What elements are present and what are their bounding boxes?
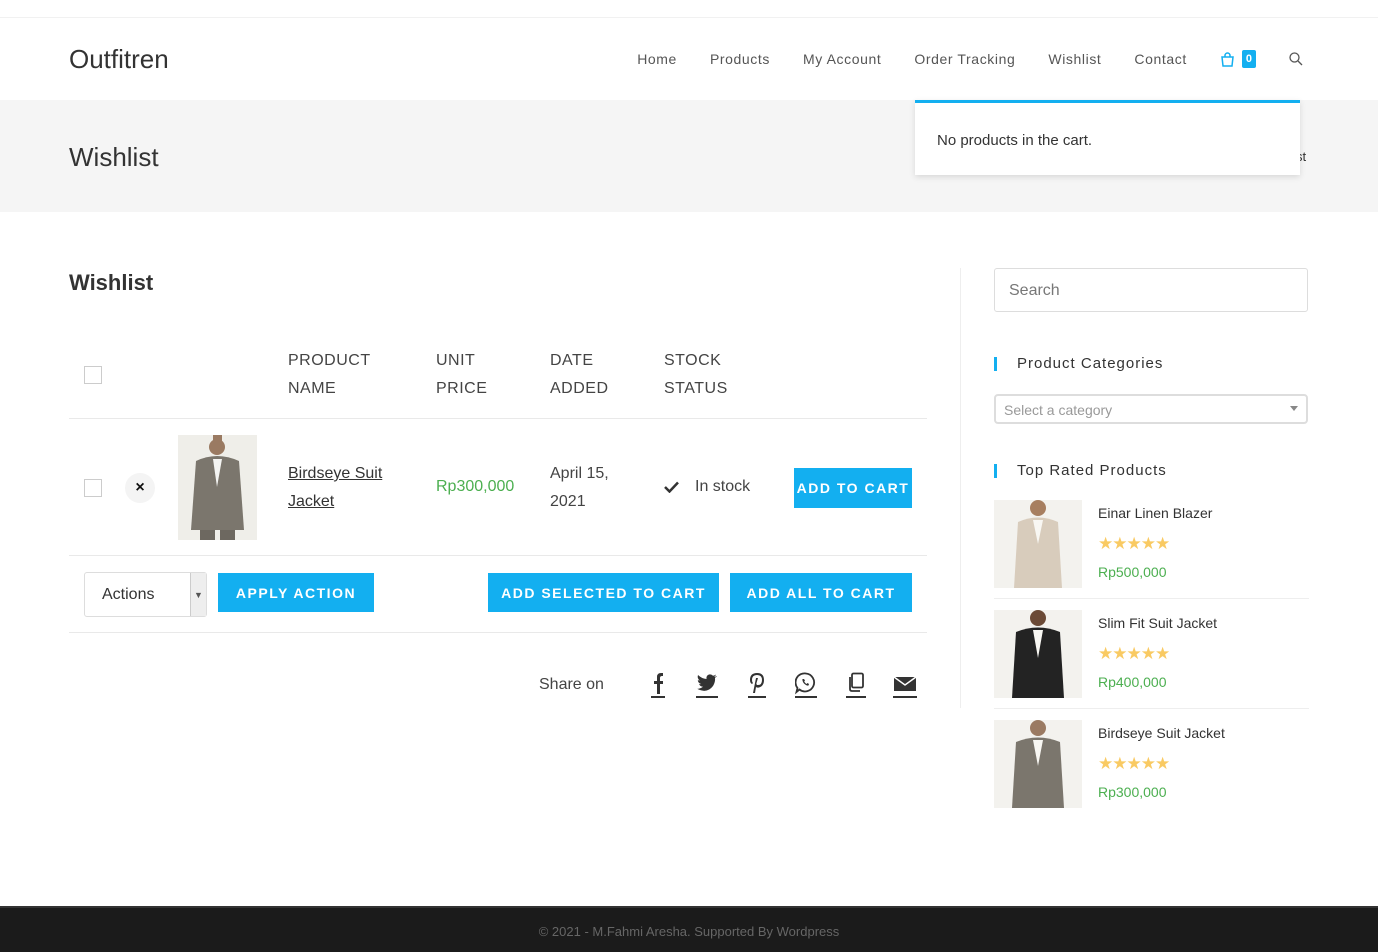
copyright-text: © 2021 - M.Fahmi Aresha. Supported By Wo… bbox=[538, 924, 840, 939]
site-logo[interactable]: Outfitren bbox=[69, 44, 169, 75]
category-select[interactable]: Select a category bbox=[994, 394, 1308, 424]
empty-cart-message: No products in the cart. bbox=[937, 132, 1093, 149]
cart-button[interactable]: 0 bbox=[1220, 50, 1256, 68]
nav-home[interactable]: Home bbox=[637, 51, 677, 67]
top-rated-name[interactable]: Birdseye Suit Jacket bbox=[1098, 725, 1225, 741]
whatsapp-icon[interactable] bbox=[793, 671, 819, 699]
copy-link-icon[interactable] bbox=[843, 671, 869, 699]
birdseye-jacket-image bbox=[994, 720, 1082, 808]
nav-wishlist[interactable]: Wishlist bbox=[1048, 51, 1101, 67]
star-rating: ★★★★★ bbox=[1098, 754, 1170, 773]
top-bar bbox=[0, 0, 1378, 18]
product-name-link[interactable]: Birdseye Suit Jacket bbox=[288, 460, 408, 516]
twitter-icon[interactable] bbox=[694, 671, 720, 699]
site-header: Outfitren Home Products My Account Order… bbox=[0, 18, 1378, 100]
column-header-line: NAME bbox=[288, 380, 337, 397]
nav-contact[interactable]: Contact bbox=[1134, 51, 1186, 67]
top-rated-item: Birdseye Suit Jacket ★★★★★ Rp300,000 bbox=[994, 720, 1309, 810]
sidebar-divider bbox=[960, 268, 961, 708]
list-divider bbox=[994, 598, 1309, 599]
linen-blazer-image bbox=[994, 500, 1082, 588]
apply-action-button[interactable]: APPLY ACTION bbox=[218, 573, 374, 612]
product-categories-title: Product Categories bbox=[994, 356, 1163, 371]
chevron-down-icon: ▼ bbox=[190, 573, 206, 616]
pinterest-icon[interactable] bbox=[744, 671, 770, 699]
share-label: Share on bbox=[539, 676, 604, 693]
mini-cart-dropdown: No products in the cart. bbox=[915, 100, 1300, 175]
product-thumbnail[interactable] bbox=[994, 500, 1082, 588]
bulk-actions-value: Actions bbox=[102, 586, 155, 603]
remove-item-button[interactable]: × bbox=[125, 473, 155, 503]
add-all-to-cart-button[interactable]: ADD ALL TO CART bbox=[730, 573, 912, 612]
top-rated-item: Einar Linen Blazer ★★★★★ Rp500,000 bbox=[994, 500, 1309, 590]
nav-products[interactable]: Products bbox=[710, 51, 770, 67]
page-title: Wishlist bbox=[69, 142, 159, 172]
product-thumbnail[interactable] bbox=[994, 610, 1082, 698]
column-product-name: PRODUCT NAME bbox=[288, 347, 371, 403]
suit-jacket-image bbox=[178, 435, 257, 540]
top-rated-item: Slim Fit Suit Jacket ★★★★★ Rp400,000 bbox=[994, 610, 1309, 700]
add-to-cart-button[interactable]: ADD TO CART bbox=[794, 468, 912, 508]
product-thumbnail[interactable] bbox=[178, 435, 257, 540]
chevron-down-icon bbox=[1290, 406, 1298, 411]
top-rated-name[interactable]: Slim Fit Suit Jacket bbox=[1098, 615, 1217, 631]
stock-status: In stock bbox=[664, 478, 750, 496]
cart-count-badge: 0 bbox=[1241, 50, 1256, 68]
column-header-line: UNIT bbox=[436, 352, 476, 369]
column-header-line: PRODUCT bbox=[288, 352, 371, 369]
list-divider bbox=[994, 708, 1309, 709]
top-rated-title: Top Rated Products bbox=[994, 463, 1167, 478]
nav-my-account[interactable]: My Account bbox=[803, 51, 881, 67]
top-rated-price: Rp400,000 bbox=[1098, 674, 1167, 690]
nav-order-tracking[interactable]: Order Tracking bbox=[914, 51, 1015, 67]
column-date-added: DATE ADDED bbox=[550, 347, 609, 403]
column-header-line: STOCK bbox=[664, 352, 722, 369]
table-divider bbox=[69, 632, 927, 633]
column-header-line: DATE bbox=[550, 352, 594, 369]
wishlist-title: Wishlist bbox=[69, 270, 154, 295]
email-icon[interactable] bbox=[892, 671, 918, 699]
date-added: April 15, 2021 bbox=[550, 465, 609, 510]
unit-price: Rp300,000 bbox=[436, 478, 515, 495]
star-rating: ★★★★★ bbox=[1098, 534, 1170, 553]
row-checkbox[interactable] bbox=[84, 479, 102, 497]
bulk-actions-select[interactable]: Actions ▼ bbox=[84, 572, 207, 617]
main-nav: Home Products My Account Order Tracking … bbox=[637, 18, 1303, 100]
star-rating: ★★★★★ bbox=[1098, 644, 1170, 663]
checkmark-icon bbox=[664, 481, 679, 493]
shopping-bag-icon bbox=[1221, 51, 1234, 67]
top-rated-price: Rp300,000 bbox=[1098, 784, 1167, 800]
add-selected-to-cart-button[interactable]: ADD SELECTED TO CART bbox=[488, 573, 719, 612]
select-all-checkbox[interactable] bbox=[84, 366, 102, 384]
column-header-line: PRICE bbox=[436, 380, 488, 397]
stock-status-text: In stock bbox=[695, 478, 751, 495]
top-rated-price: Rp500,000 bbox=[1098, 564, 1167, 580]
column-unit-price: UNIT PRICE bbox=[436, 347, 487, 403]
column-header-line: STATUS bbox=[664, 380, 728, 397]
search-placeholder: Search bbox=[1009, 282, 1060, 299]
top-rated-name[interactable]: Einar Linen Blazer bbox=[1098, 505, 1212, 521]
table-divider bbox=[69, 418, 927, 419]
column-stock-status: STOCK STATUS bbox=[664, 347, 728, 403]
sidebar-search-input[interactable]: Search bbox=[994, 268, 1308, 312]
table-divider bbox=[69, 555, 927, 556]
search-icon bbox=[1289, 52, 1303, 66]
product-thumbnail[interactable] bbox=[994, 720, 1082, 808]
search-toggle[interactable] bbox=[1289, 52, 1303, 66]
facebook-icon[interactable] bbox=[645, 671, 671, 699]
slim-fit-jacket-image bbox=[994, 610, 1082, 698]
site-footer: © 2021 - M.Fahmi Aresha. Supported By Wo… bbox=[0, 906, 1378, 952]
column-header-line: ADDED bbox=[550, 380, 609, 397]
category-select-value: Select a category bbox=[1004, 402, 1113, 418]
